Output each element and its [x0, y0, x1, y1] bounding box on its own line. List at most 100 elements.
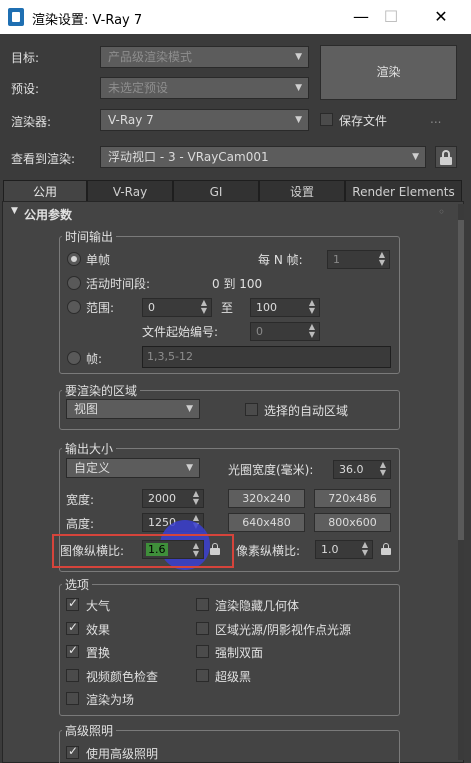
active-segment-range: 0 到 100	[212, 277, 263, 291]
range-from-value: 0	[148, 301, 155, 314]
spinner-arrows-icon: ▲▼	[308, 298, 315, 315]
atmosphere-checkbox[interactable]	[66, 596, 79, 611]
chevron-down-icon: ▼	[186, 404, 193, 414]
range-label: 范围:	[86, 301, 115, 315]
image-aspect-lock-icon[interactable]	[209, 542, 221, 556]
output-size-title: 输出大小	[62, 440, 117, 457]
rollout-title: 公用参数	[24, 208, 73, 222]
image-aspect-spinner[interactable]: 1.6 ▲ ▼	[142, 540, 204, 559]
area-dropdown[interactable]: 视图 ▼	[66, 399, 200, 419]
aperture-label: 光圈宽度(毫米):	[228, 463, 314, 477]
single-frame-label: 单帧	[86, 253, 111, 267]
preset-720x486-button[interactable]: 720x486	[314, 489, 391, 508]
tab-common[interactable]: 公用	[3, 180, 87, 202]
video-color-check-checkbox[interactable]	[66, 669, 79, 682]
range-from-spinner[interactable]: 0 ▲ ▼	[142, 298, 212, 317]
active-segment-label: 活动时间段:	[86, 277, 151, 291]
active-segment-radio[interactable]	[67, 276, 81, 290]
force-2sided-label: 强制双面	[215, 646, 264, 660]
pixel-aspect-spinner[interactable]: 1.0 ▲ ▼	[315, 540, 373, 559]
scrollbar-thumb[interactable]	[458, 220, 464, 540]
tab-render-elements[interactable]: Render Elements	[345, 180, 462, 202]
preset-dropdown[interactable]: 未选定预设 ▼	[100, 77, 309, 99]
auto-region-checkbox[interactable]	[245, 403, 258, 416]
time-output-title: 时间输出	[62, 228, 117, 245]
width-label: 宽度:	[66, 493, 95, 507]
close-button[interactable]: ✕	[419, 0, 463, 34]
area-title: 要渲染的区域	[62, 382, 141, 399]
renderer-label: 渲染器:	[11, 115, 52, 129]
spinner-arrows-icon: ▲▼	[192, 489, 199, 506]
save-file-browse-button[interactable]: ...	[430, 112, 441, 126]
frames-radio[interactable]	[67, 351, 81, 365]
target-label: 目标:	[11, 51, 40, 65]
tab-gi[interactable]: GI	[173, 180, 259, 202]
pixel-aspect-label: 像素纵横比:	[236, 544, 301, 558]
renderer-value: V-Ray 7	[108, 113, 154, 127]
frames-label: 帧:	[86, 352, 103, 366]
width-value: 2000	[148, 492, 176, 505]
spinner-arrows-icon: ▲▼	[361, 540, 368, 557]
rollout-pin-icon: ◦	[438, 205, 446, 219]
chevron-down-icon: ▼	[295, 52, 302, 62]
every-n-spinner[interactable]: 1 ▲ ▼	[327, 250, 390, 269]
image-aspect-value[interactable]: 1.6	[146, 543, 168, 556]
target-value: 产品级渲染模式	[108, 50, 193, 64]
preset-640x480-button[interactable]: 640x480	[228, 513, 305, 532]
tab-settings[interactable]: 设置	[259, 180, 345, 202]
render-hidden-checkbox[interactable]	[196, 598, 209, 611]
force-2sided-checkbox[interactable]	[196, 645, 209, 658]
range-to-spinner[interactable]: 100 ▲ ▼	[250, 298, 320, 317]
render-to-fields-checkbox[interactable]	[66, 692, 79, 705]
range-to-label: 至	[221, 301, 234, 315]
area-lights-checkbox[interactable]	[196, 622, 209, 635]
maximize-button[interactable]: ☐	[369, 0, 413, 34]
spinner-arrows-icon: ▲▼	[308, 322, 315, 339]
collapse-icon[interactable]: ▼	[11, 206, 18, 216]
super-black-checkbox[interactable]	[196, 669, 209, 682]
renderer-dropdown[interactable]: V-Ray 7 ▼	[100, 109, 309, 131]
file-start-value: 0	[256, 325, 263, 338]
spinner-arrows-icon: ▲▼	[200, 298, 207, 315]
output-preset-value: 自定义	[74, 461, 111, 475]
target-dropdown[interactable]: 产品级渲染模式 ▼	[100, 46, 309, 68]
spinner-arrows-icon: ▲▼	[378, 250, 385, 267]
chevron-down-icon: ▼	[186, 463, 193, 473]
save-file-checkbox[interactable]	[320, 113, 333, 126]
range-radio[interactable]	[67, 300, 81, 314]
super-black-label: 超级黑	[215, 670, 252, 684]
area-value: 视图	[74, 402, 99, 416]
height-label: 高度:	[66, 517, 95, 531]
pixel-aspect-lock-icon[interactable]	[380, 542, 392, 556]
width-spinner[interactable]: 2000 ▲ ▼	[142, 489, 204, 508]
preset-label: 预设:	[11, 82, 40, 96]
aperture-value: 36.0	[339, 463, 364, 476]
tab-vray[interactable]: V-Ray	[87, 180, 173, 202]
frames-input[interactable]: 1,3,5-12	[142, 346, 391, 368]
view-label: 查看到渲染:	[11, 152, 76, 166]
render-button[interactable]: 渲染	[320, 45, 457, 100]
file-start-label: 文件起始编号:	[142, 325, 219, 339]
every-n-value: 1	[333, 253, 340, 266]
title-bar: 渲染设置: V-Ray 7 — ☐ ✕	[0, 0, 471, 34]
use-advanced-lighting-label: 使用高级照明	[86, 747, 159, 761]
pixel-aspect-value: 1.0	[321, 543, 339, 556]
preset-value: 未选定预设	[108, 81, 169, 95]
displacement-checkbox[interactable]	[66, 643, 79, 658]
file-start-spinner[interactable]: 0 ▲ ▼	[250, 322, 320, 341]
use-advanced-lighting-checkbox[interactable]	[66, 744, 79, 759]
aperture-spinner[interactable]: 36.0 ▲ ▼	[333, 460, 391, 479]
advanced-lighting-title: 高级照明	[62, 722, 117, 739]
single-frame-radio[interactable]	[67, 252, 81, 266]
effects-label: 效果	[86, 623, 111, 637]
view-dropdown[interactable]: 浮动视口 - 3 - VRayCam001 ▼	[100, 146, 426, 168]
preset-800x600-button[interactable]: 800x600	[314, 513, 391, 532]
video-color-check-label: 视频颜色检查	[86, 670, 159, 684]
preset-320x240-button[interactable]: 320x240	[228, 489, 305, 508]
area-lights-label: 区域光源/阴影视作点光源	[215, 623, 352, 637]
chevron-down-icon: ▼	[295, 115, 302, 125]
output-preset-dropdown[interactable]: 自定义 ▼	[66, 458, 200, 478]
lock-icon[interactable]	[435, 146, 457, 168]
effects-checkbox[interactable]	[66, 620, 79, 635]
chevron-down-icon: ▼	[412, 152, 419, 162]
